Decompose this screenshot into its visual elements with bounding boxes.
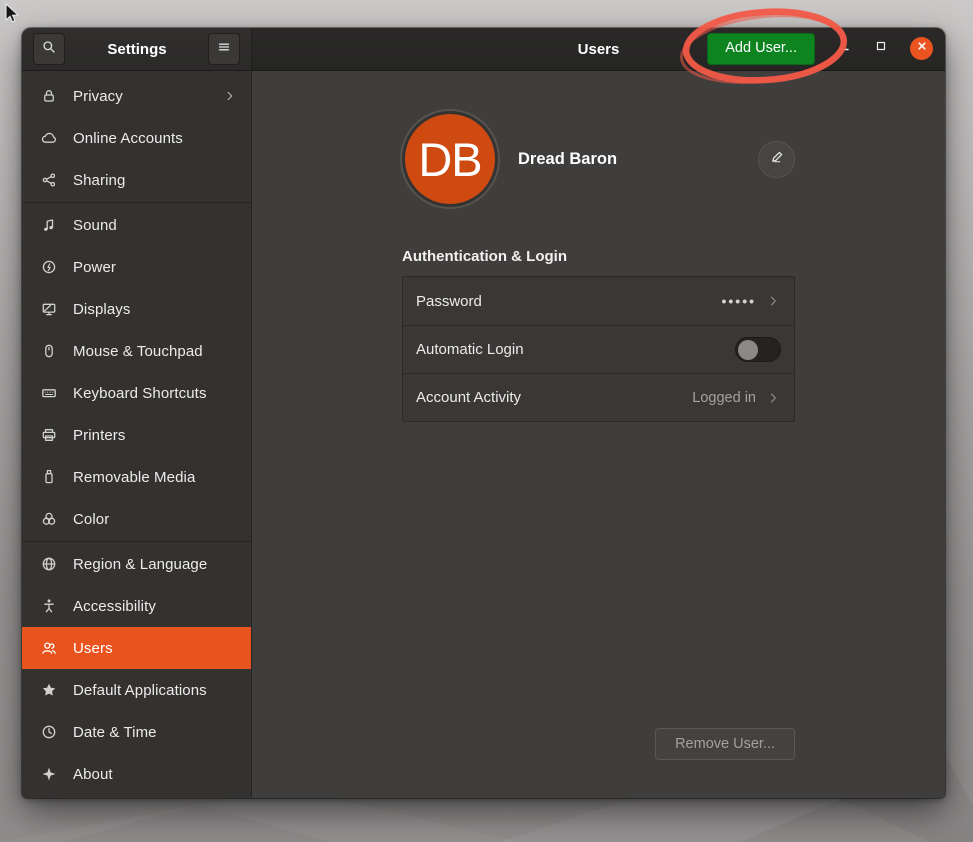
power-icon: [41, 259, 57, 275]
mouse-cursor: [2, 2, 24, 26]
main-header: Users Add User...: [252, 28, 945, 70]
search-icon: [41, 39, 57, 60]
close-button[interactable]: [910, 37, 933, 60]
sidebar-item-label: Keyboard Shortcuts: [73, 385, 237, 402]
minimize-button[interactable]: [836, 41, 852, 57]
row-automatic-login[interactable]: Automatic Login: [403, 325, 794, 373]
row-label: Automatic Login: [416, 341, 735, 358]
edit-name-button[interactable]: [758, 141, 795, 178]
sidebar-item-label: Date & Time: [73, 724, 237, 741]
row-value: Logged in: [692, 390, 756, 406]
sidebar-item-default-applications[interactable]: Default Applications: [22, 669, 251, 711]
clock-icon: [41, 724, 57, 740]
sidebar-separator: [22, 202, 251, 203]
row-label: Password: [416, 293, 721, 310]
close-icon: [914, 38, 930, 59]
sidebar-header: Settings: [22, 28, 252, 70]
user-row: DB Dread Baron: [402, 71, 795, 204]
settings-window: Settings Users Add User...: [22, 28, 945, 798]
window-body: Privacy Online Accounts Sharing Sound Po…: [22, 71, 945, 798]
minimize-icon: [836, 38, 852, 59]
auth-listbox: Password ••••• Automatic Login Account A…: [402, 276, 795, 422]
sidebar-item-displays[interactable]: Displays: [22, 288, 251, 330]
sidebar-item-sound[interactable]: Sound: [22, 204, 251, 246]
users-icon: [41, 640, 57, 656]
keyboard-icon: [41, 385, 57, 401]
sidebar-item-label: Region & Language: [73, 556, 237, 573]
chevron-right-icon: [766, 294, 781, 309]
chevron-right-icon: [766, 390, 781, 405]
usb-drive-icon: [41, 469, 57, 485]
color-icon: [41, 511, 57, 527]
cloud-icon: [41, 130, 57, 146]
sidebar-item-privacy[interactable]: Privacy: [22, 75, 251, 117]
sidebar-item-users[interactable]: Users: [22, 627, 251, 669]
chevron-right-icon: [223, 89, 237, 103]
sidebar-item-label: Sound: [73, 217, 237, 234]
sidebar-item-label: Users: [73, 640, 237, 657]
pencil-icon: [769, 149, 785, 170]
sidebar-item-label: Printers: [73, 427, 237, 444]
lock-icon: [41, 88, 57, 104]
header-actions: Add User...: [707, 33, 933, 64]
sidebar-item-label: Privacy: [73, 88, 207, 105]
add-user-button[interactable]: Add User...: [707, 33, 815, 64]
sidebar-item-label: Displays: [73, 301, 237, 318]
sidebar-item-region-language[interactable]: Region & Language: [22, 543, 251, 585]
row-label: Account Activity: [416, 389, 692, 406]
sidebar-item-label: Power: [73, 259, 237, 276]
toggle-switch[interactable]: [735, 337, 781, 362]
sidebar-item-label: Color: [73, 511, 237, 528]
sidebar-item-mouse-touchpad[interactable]: Mouse & Touchpad: [22, 330, 251, 372]
users-panel: DB Dread Baron Authentication & Login Pa…: [252, 71, 945, 798]
search-button[interactable]: [33, 33, 65, 65]
sidebar-item-label: Mouse & Touchpad: [73, 343, 237, 360]
share-icon: [41, 172, 57, 188]
user-name: Dread Baron: [518, 150, 758, 169]
sidebar-item-label: Removable Media: [73, 469, 237, 486]
sidebar-item-removable-media[interactable]: Removable Media: [22, 456, 251, 498]
mouse-icon: [41, 343, 57, 359]
toggle-knob: [738, 340, 758, 360]
avatar: DB: [405, 114, 495, 204]
sidebar-item-label: Online Accounts: [73, 130, 237, 147]
sidebar-item-online-accounts[interactable]: Online Accounts: [22, 117, 251, 159]
sidebar-item-sharing[interactable]: Sharing: [22, 159, 251, 201]
sidebar-item-power[interactable]: Power: [22, 246, 251, 288]
remove-user-button[interactable]: Remove User...: [655, 728, 795, 760]
printer-icon: [41, 427, 57, 443]
row-password[interactable]: Password •••••: [403, 277, 794, 325]
accessibility-icon: [41, 598, 57, 614]
sidebar-item-label: Accessibility: [73, 598, 237, 615]
sidebar-item-date-time[interactable]: Date & Time: [22, 711, 251, 753]
sidebar-item-about[interactable]: About: [22, 753, 251, 795]
content-column: DB Dread Baron Authentication & Login Pa…: [402, 71, 795, 798]
sidebar-item-label: About: [73, 766, 237, 783]
music-note-icon: [41, 217, 57, 233]
globe-icon: [41, 556, 57, 572]
star-icon: [41, 682, 57, 698]
row-account-activity[interactable]: Account Activity Logged in: [403, 373, 794, 421]
section-title: Authentication & Login: [402, 248, 795, 265]
sparkle-icon: [41, 766, 57, 782]
menu-button[interactable]: [208, 33, 240, 65]
row-value: •••••: [721, 293, 756, 309]
maximize-icon: [873, 38, 889, 59]
sidebar-item-keyboard-shortcuts[interactable]: Keyboard Shortcuts: [22, 372, 251, 414]
sidebar-separator: [22, 541, 251, 542]
sidebar-item-label: Sharing: [73, 172, 237, 189]
sidebar-item-color[interactable]: Color: [22, 498, 251, 540]
sidebar-item-label: Default Applications: [73, 682, 237, 699]
hamburger-icon: [216, 39, 232, 60]
sidebar-list: Privacy Online Accounts Sharing Sound Po…: [22, 71, 252, 798]
display-icon: [41, 301, 57, 317]
sidebar-item-accessibility[interactable]: Accessibility: [22, 585, 251, 627]
maximize-button[interactable]: [873, 41, 889, 57]
headerbar: Settings Users Add User...: [22, 28, 945, 71]
sidebar-item-printers[interactable]: Printers: [22, 414, 251, 456]
